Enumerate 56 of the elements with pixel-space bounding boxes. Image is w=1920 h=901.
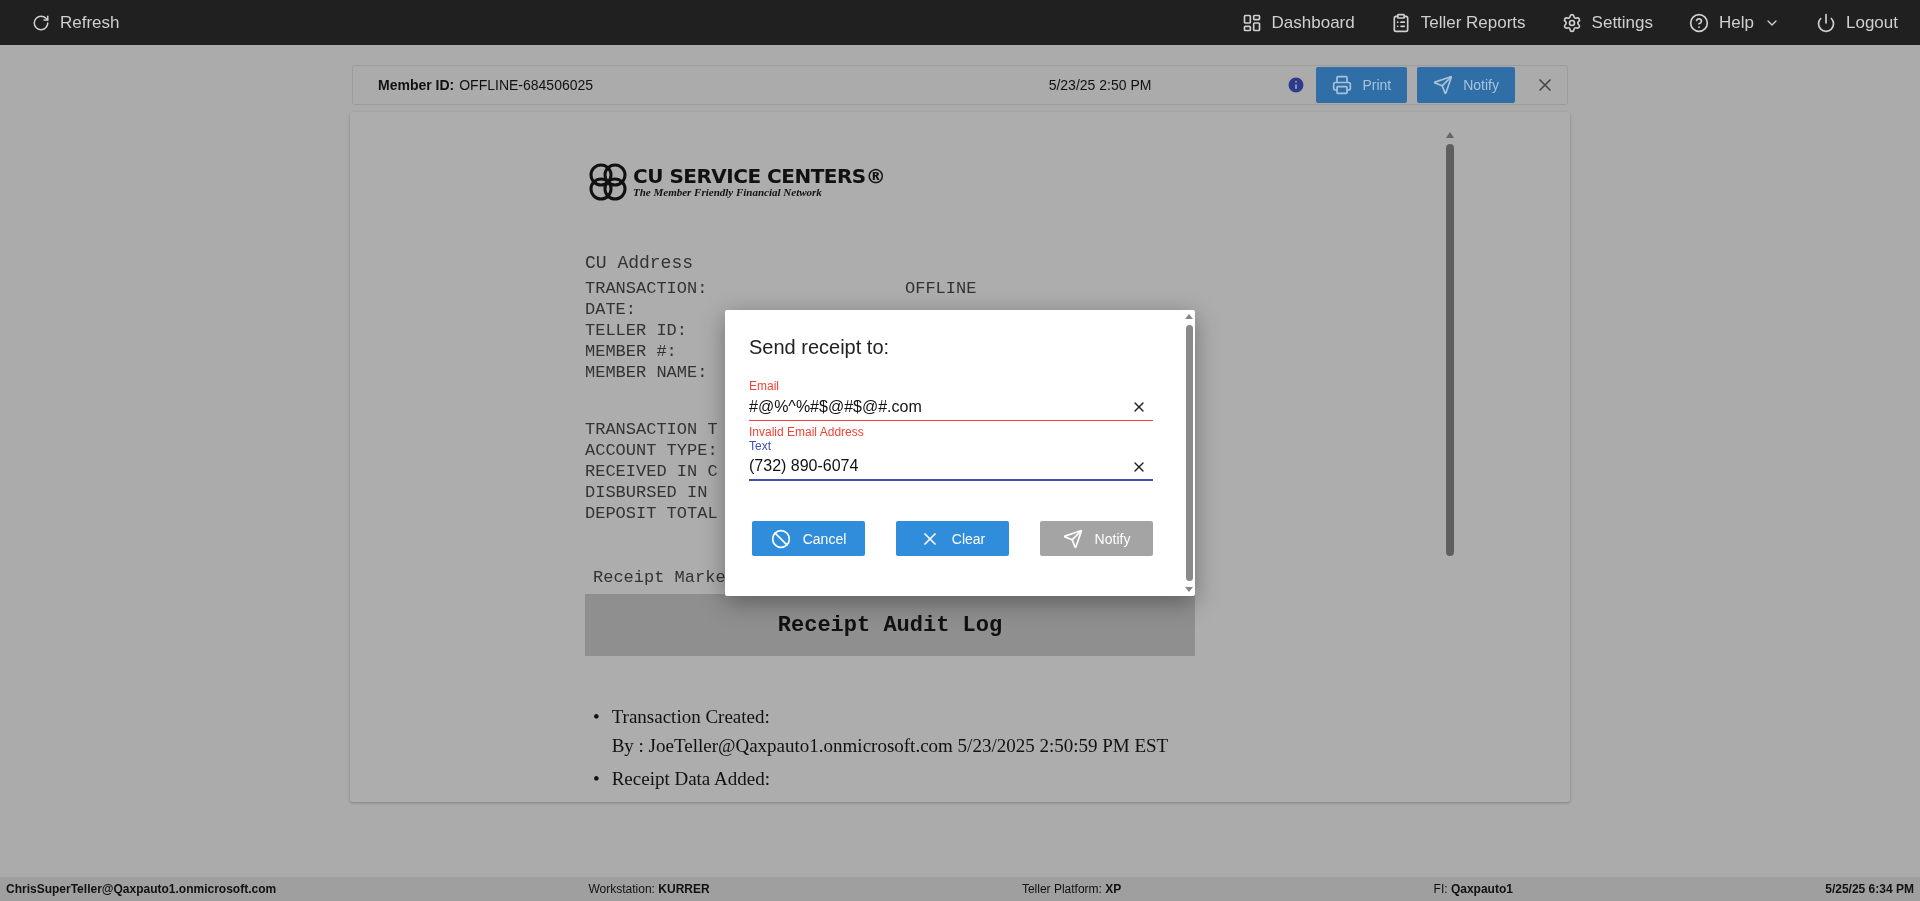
nav-link[interactable]: Dashboard [1241, 12, 1355, 33]
cancel-icon [770, 528, 791, 549]
bullet: • [593, 767, 600, 791]
nav-link[interactable]: Teller Reports [1390, 12, 1526, 33]
receipt-address: CU Address [585, 253, 694, 274]
scroll-down-arrow-icon[interactable] [1185, 587, 1193, 592]
scroll-up-arrow-icon[interactable] [1446, 132, 1454, 138]
send-icon [1062, 528, 1083, 549]
receipt-label: DEPOSIT TOTAL [585, 503, 718, 524]
bullet: • [593, 705, 600, 729]
receipt-label: ACCOUNT TYPE: [585, 440, 718, 461]
logo-tagline: The Member Friendly Financial Network [633, 186, 823, 198]
audit-entry-title: Receipt Data Added: [611, 767, 770, 791]
nav-link[interactable]: Logout [1816, 12, 1898, 33]
help-icon [1689, 12, 1710, 33]
receipt-value: OFFLINE [905, 278, 977, 299]
status-item: 5/25/25 6:34 PM [1825, 882, 1914, 896]
audit-entry-detail: By : JoeTeller@Qaxpauto1.onmicrosoft.com 5/23/2025 2:50:59 PM EST [611, 734, 1169, 758]
status-item: Workstation: KURRER [588, 882, 710, 896]
power-icon [1816, 12, 1836, 33]
nav-link[interactable]: Help [1689, 12, 1780, 33]
receipt-label: DATE: [585, 299, 636, 320]
status-item: ChrisSuperTeller@Qaxpauto1.onmicrosoft.com [6, 882, 277, 896]
field-label: Email [749, 379, 780, 393]
error-message: Invalid Email Address [749, 425, 865, 439]
dialog-button[interactable]: Clear [896, 521, 1009, 556]
info-icon[interactable] [1286, 75, 1307, 95]
field-label: Text [749, 439, 772, 453]
audit-entry-title: Transaction Created: [611, 705, 771, 729]
dashboard-icon [1241, 12, 1262, 33]
timestamp: 5/23/25 2:50 PM [1048, 77, 1152, 93]
member-id-label: Member ID: [378, 77, 455, 93]
refresh-icon [32, 13, 50, 32]
send-icon [1433, 75, 1454, 95]
receipt-label: TRANSACTION T [585, 419, 718, 440]
receipt-label: MEMBER NAME: [585, 362, 708, 383]
printer-icon [1332, 75, 1353, 95]
member-id: OFFLINE-684506025 [459, 77, 594, 93]
status-item: Teller Platform: XP [1021, 882, 1122, 896]
text-input[interactable]: #@%^%#$@#$@#.com [749, 393, 1153, 421]
logo-name: CU SERVICE CENTERS® [633, 166, 886, 186]
receipt-label: TRANSACTION: [585, 278, 708, 299]
dialog-button[interactable]: Cancel [752, 521, 865, 556]
receipt-label: MEMBER #: [585, 341, 677, 362]
text-input[interactable]: (732) 890-6074 [749, 453, 1153, 481]
receipt-label: TELLER ID: [585, 320, 688, 341]
status-item: FI: Qaxpauto1 [1433, 882, 1513, 896]
receipt-label: RECEIVED IN C [585, 461, 718, 482]
dialog-title: Send receipt to: [749, 336, 891, 359]
receipt-label: DISBURSED IN [585, 482, 708, 503]
scroll-up-arrow-icon[interactable] [1185, 314, 1193, 319]
refresh-button[interactable]: Refresh [32, 12, 120, 33]
audit-log-heading: Receipt Audit Log [585, 594, 1195, 656]
settings-icon [1561, 12, 1582, 33]
nav-link[interactable]: Settings [1561, 12, 1654, 33]
marketing-text: Receipt Marke [593, 567, 726, 588]
